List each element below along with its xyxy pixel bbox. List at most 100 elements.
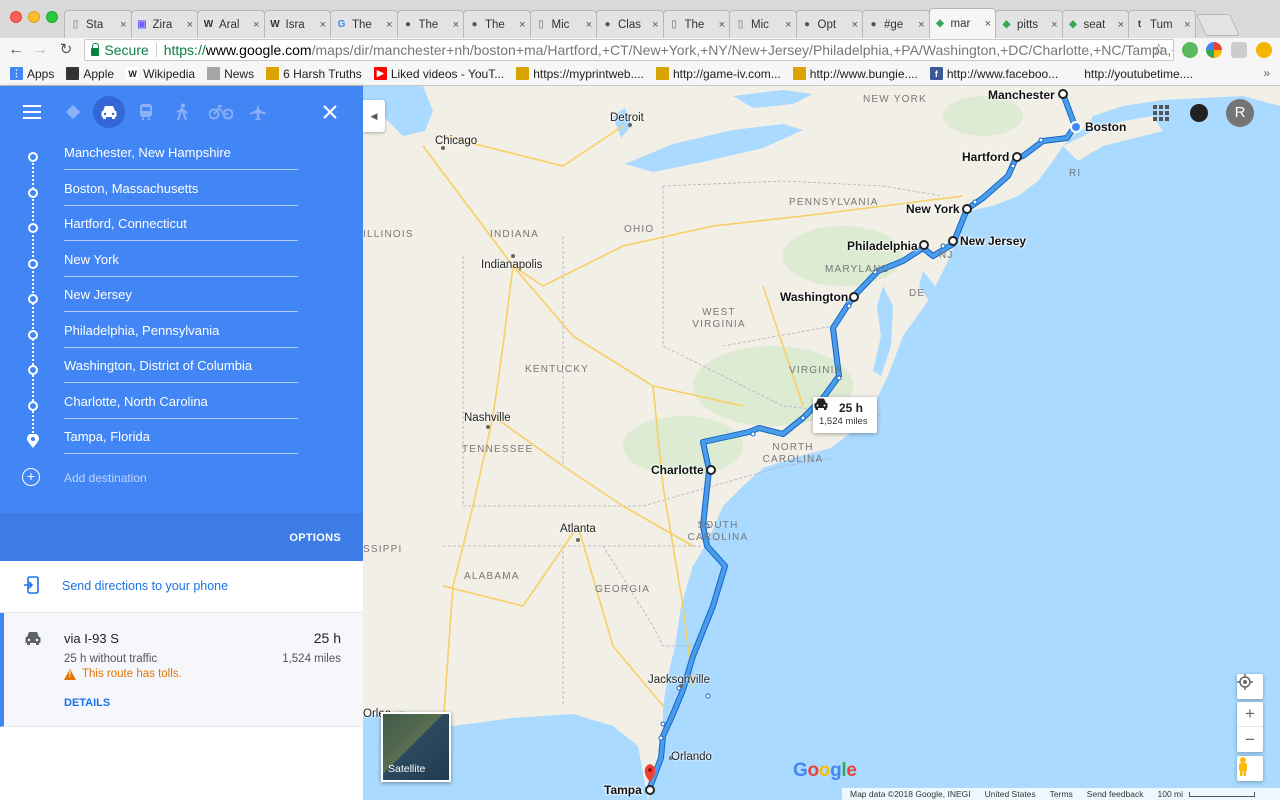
bookmark-item[interactable]: f http://www.faceboo... xyxy=(929,67,1058,81)
route-option[interactable]: via I-93 S 25 h 25 h without traffic 1,5… xyxy=(0,613,363,727)
waypoint-input[interactable]: Charlotte, North Carolina xyxy=(64,394,298,409)
browser-tab[interactable]: ● Opt × xyxy=(795,10,863,38)
extension-yellow-icon[interactable] xyxy=(1256,42,1272,58)
send-directions-link[interactable]: Send directions to your phone xyxy=(62,579,228,593)
google-apps-icon[interactable] xyxy=(1153,105,1169,121)
tab-close-icon[interactable]: × xyxy=(852,19,858,31)
new-tab-button[interactable] xyxy=(1195,14,1240,36)
tab-close-icon[interactable]: × xyxy=(1051,19,1057,31)
tab-close-icon[interactable]: × xyxy=(785,19,791,31)
address-bar[interactable]: Secure https:// www.google.com /maps/dir… xyxy=(84,39,1174,61)
transit-mode-icon[interactable] xyxy=(130,96,162,128)
tab-close-icon[interactable]: × xyxy=(586,19,592,31)
waypoint-input[interactable]: New Jersey xyxy=(64,287,298,302)
terms-link[interactable]: Terms xyxy=(1050,789,1073,799)
tab-close-icon[interactable]: × xyxy=(519,19,525,31)
walk-mode-icon[interactable] xyxy=(166,96,198,128)
best-route-icon[interactable] xyxy=(57,96,89,128)
bookmark-star-icon[interactable]: ☆ xyxy=(1152,40,1165,58)
waypoint-input[interactable]: New York xyxy=(64,252,298,267)
send-directions-row[interactable]: Send directions to your phone xyxy=(0,561,363,613)
forward-button[interactable]: → xyxy=(30,40,50,60)
map-canvas[interactable]: ◀ NEW YORK PENNSYLVANIA OHIO ILLINOIS IN… xyxy=(363,86,1280,800)
region-link[interactable]: United States xyxy=(985,789,1036,799)
zoom-out-button[interactable]: − xyxy=(1237,727,1263,752)
street-view-pegman-icon[interactable] xyxy=(1237,756,1263,781)
bookmark-item[interactable]: http://youtubetime.... xyxy=(1084,67,1193,81)
waypoint-row[interactable]: Manchester, New Hampshire xyxy=(0,141,363,176)
bookmark-item[interactable]: Apple xyxy=(66,67,114,81)
waypoint-input[interactable]: Tampa, Florida xyxy=(64,429,298,444)
browser-tab[interactable]: ● #ge × xyxy=(862,10,930,38)
browser-tab[interactable]: G The × xyxy=(330,10,398,38)
menu-icon[interactable] xyxy=(16,96,48,128)
tab-close-icon[interactable]: × xyxy=(253,19,259,31)
options-button[interactable]: OPTIONS xyxy=(289,532,341,544)
flight-mode-icon[interactable] xyxy=(242,96,274,128)
waypoint-row[interactable]: New York xyxy=(0,248,363,283)
tab-close-icon[interactable]: × xyxy=(1184,19,1190,31)
close-window-button[interactable] xyxy=(10,11,22,23)
browser-tab[interactable]: ▯ Sta × xyxy=(64,10,132,38)
tab-close-icon[interactable]: × xyxy=(187,19,193,31)
collapse-panel-button[interactable]: ◀ xyxy=(363,100,385,132)
browser-tab[interactable]: W Aral × xyxy=(197,10,265,38)
zoom-in-button[interactable]: + xyxy=(1237,702,1263,727)
tab-close-icon[interactable]: × xyxy=(120,19,126,31)
browser-tab[interactable]: ◆ seat × xyxy=(1061,10,1129,38)
add-destination-button[interactable]: + Add destination xyxy=(22,466,322,488)
tab-close-icon[interactable]: × xyxy=(719,19,725,31)
waypoint-input[interactable]: Boston, Massachusetts xyxy=(64,181,298,196)
notifications-icon[interactable] xyxy=(1190,104,1208,122)
bookmark-item[interactable]: 6 Harsh Truths xyxy=(266,67,362,81)
extension-chrome-icon[interactable] xyxy=(1206,42,1222,58)
account-avatar[interactable]: R xyxy=(1226,99,1254,127)
reload-button[interactable]: ↻ xyxy=(56,40,76,60)
browser-tab[interactable]: ◆ pitts × xyxy=(995,10,1063,38)
browser-tab[interactable]: ▣ Zira × xyxy=(130,10,198,38)
bookmark-item[interactable]: http://game-iv.com... xyxy=(655,67,781,81)
browser-tab[interactable]: ◆ mar × xyxy=(928,8,996,38)
browser-tab[interactable]: ▯ The × xyxy=(662,10,730,38)
bookmark-item[interactable]: http://www.bungie.... xyxy=(792,67,918,81)
waypoint-input[interactable]: Manchester, New Hampshire xyxy=(64,145,298,160)
my-location-button[interactable] xyxy=(1237,674,1263,699)
waypoint-row[interactable]: Philadelphia, Pennsylvania xyxy=(0,319,363,354)
waypoint-row[interactable]: New Jersey xyxy=(0,283,363,318)
send-feedback-link[interactable]: Send feedback xyxy=(1087,789,1144,799)
satellite-toggle[interactable]: Satellite xyxy=(381,712,451,782)
browser-tab[interactable]: ● The × xyxy=(396,10,464,38)
tab-close-icon[interactable]: × xyxy=(918,19,924,31)
tab-close-icon[interactable]: × xyxy=(453,19,459,31)
minimize-window-button[interactable] xyxy=(28,11,40,23)
browser-tab[interactable]: t Tum × xyxy=(1128,10,1196,38)
waypoint-row[interactable]: Boston, Massachusetts xyxy=(0,177,363,212)
browser-tab[interactable]: ▯ Mic × xyxy=(529,10,597,38)
waypoint-input[interactable]: Hartford, Connecticut xyxy=(64,216,298,231)
waypoint-row[interactable]: Charlotte, North Carolina xyxy=(0,390,363,425)
bookmark-item[interactable]: ▶ Liked videos - YouT... xyxy=(373,67,504,81)
back-button[interactable]: ← xyxy=(6,40,26,60)
extension-green-icon[interactable] xyxy=(1182,42,1198,58)
extension-grey-icon[interactable] xyxy=(1231,42,1247,58)
bookmarks-overflow-button[interactable]: » xyxy=(1263,66,1270,80)
drive-mode-icon[interactable] xyxy=(93,96,125,128)
bookmark-item[interactable]: News xyxy=(207,67,254,81)
bookmark-item[interactable]: https://myprintweb.... xyxy=(516,67,644,81)
tab-close-icon[interactable]: × xyxy=(1118,19,1124,31)
close-directions-icon[interactable] xyxy=(314,96,346,128)
tab-close-icon[interactable]: × xyxy=(386,19,392,31)
browser-tab[interactable]: ▯ Mic × xyxy=(729,10,797,38)
bookmark-item[interactable]: W Wikipedia xyxy=(126,67,195,81)
route-eta-callout[interactable]: 25 h 1,524 miles xyxy=(813,397,877,433)
waypoint-row[interactable]: Tampa, Florida xyxy=(0,425,363,460)
waypoint-row[interactable]: Hartford, Connecticut xyxy=(0,212,363,247)
waypoint-input[interactable]: Philadelphia, Pennsylvania xyxy=(64,323,298,338)
browser-tab[interactable]: ● Clas × xyxy=(596,10,664,38)
maximize-window-button[interactable] xyxy=(46,11,58,23)
browser-tab[interactable]: ● The × xyxy=(463,10,531,38)
details-button[interactable]: DETAILS xyxy=(64,697,110,709)
tab-close-icon[interactable]: × xyxy=(320,19,326,31)
waypoint-input[interactable]: Washington, District of Columbia xyxy=(64,358,298,373)
tab-close-icon[interactable]: × xyxy=(652,19,658,31)
